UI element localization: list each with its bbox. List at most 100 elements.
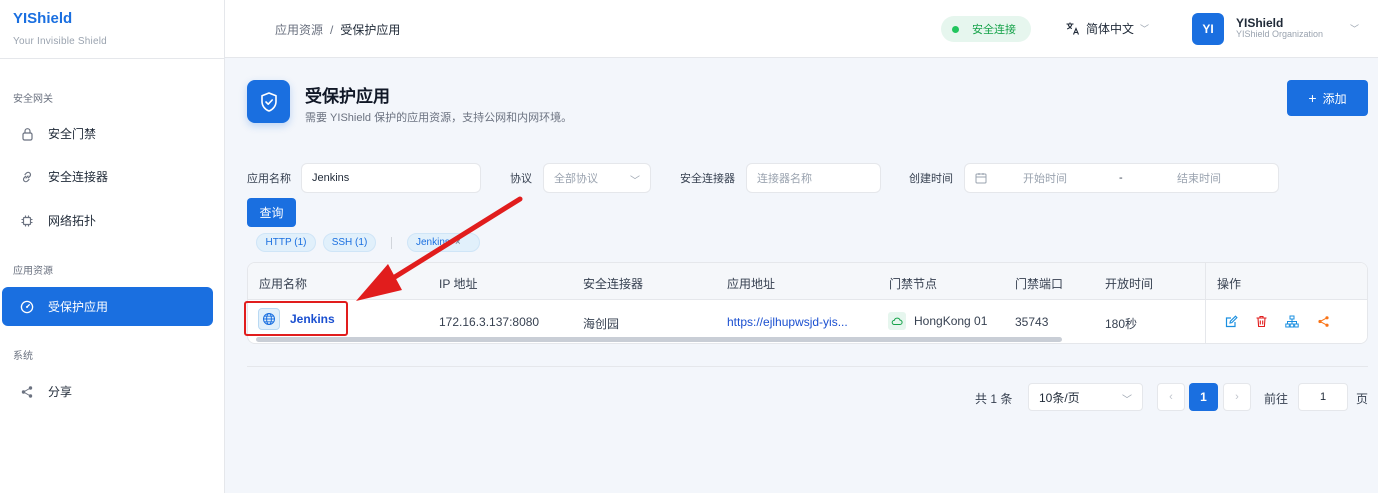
calendar-icon bbox=[975, 172, 987, 184]
column-header-actions: 操作 bbox=[1217, 277, 1242, 291]
app-url-link[interactable]: https://ejlhupwsjd-yis... bbox=[727, 315, 848, 329]
sidebar-item-label: 安全门禁 bbox=[48, 127, 97, 141]
filter-label-app-name: 应用名称 bbox=[247, 173, 291, 185]
sidebar-item-topology[interactable]: 网络拓扑 bbox=[2, 201, 213, 240]
translate-icon bbox=[1065, 21, 1080, 36]
page-suffix: 页 bbox=[1356, 392, 1369, 406]
sidebar-item-label: 安全连接器 bbox=[48, 170, 109, 184]
connector-cell: 海创园 bbox=[583, 317, 620, 331]
share-icon[interactable] bbox=[1316, 314, 1330, 328]
goto-page-input[interactable]: 1 bbox=[1298, 383, 1348, 411]
sidebar: YIShield Your Invisible Shield 安全网关 安全门禁… bbox=[0, 0, 225, 493]
edit-icon[interactable] bbox=[1224, 314, 1238, 328]
connection-status-label: 安全连接 bbox=[972, 24, 1016, 36]
highlight-box bbox=[244, 301, 348, 336]
share-icon bbox=[20, 385, 34, 399]
language-selector[interactable]: 简体中文 ﹀ bbox=[1065, 20, 1149, 37]
topology-icon[interactable] bbox=[1285, 314, 1299, 328]
sidebar-item-label: 网络拓扑 bbox=[48, 214, 97, 228]
protocol-select[interactable]: 全部协议 ﹀ bbox=[543, 163, 651, 193]
date-range-picker[interactable]: 开始时间 - 结束时间 bbox=[964, 163, 1279, 193]
chevron-down-icon: ﹀ bbox=[1122, 395, 1132, 406]
start-date-placeholder[interactable]: 开始时间 bbox=[1023, 170, 1067, 186]
sidebar-item-label: 受保护应用 bbox=[48, 300, 109, 314]
current-page-button[interactable]: 1 bbox=[1189, 383, 1218, 411]
pagination-total: 共 1 条 bbox=[975, 392, 1013, 406]
column-header-port: 门禁端口 bbox=[1015, 277, 1064, 291]
status-dot-icon bbox=[952, 25, 959, 33]
filter-label-connector: 安全连接器 bbox=[680, 173, 735, 185]
delete-icon[interactable] bbox=[1254, 314, 1268, 328]
breadcrumb: 应用资源 / 受保护应用 bbox=[275, 23, 401, 37]
chip-icon bbox=[20, 214, 34, 228]
page-description: 需要 YIShield 保护的应用资源，支持公网和内网环境。 bbox=[305, 112, 573, 124]
connector-input[interactable]: 连接器名称 bbox=[746, 163, 881, 193]
page-size-select[interactable]: 10条/页 ﹀ bbox=[1028, 383, 1143, 411]
protocol-tag-http[interactable]: HTTP (1) bbox=[256, 233, 316, 252]
chevron-left-icon: ‹ bbox=[1169, 391, 1173, 403]
brand-name[interactable]: YIShield bbox=[13, 10, 107, 27]
plus-icon: + bbox=[1308, 90, 1317, 106]
prev-page-button[interactable]: ‹ bbox=[1157, 383, 1185, 411]
table-header: 应用名称 IP 地址 安全连接器 应用地址 门禁节点 门禁端口 开放时间 bbox=[248, 263, 1367, 300]
app-name-value: Jenkins bbox=[312, 172, 350, 184]
add-button-label: 添加 bbox=[1322, 91, 1347, 106]
divider bbox=[247, 366, 1368, 367]
tag-divider bbox=[391, 237, 392, 249]
link-icon bbox=[20, 170, 34, 184]
end-date-placeholder[interactable]: 结束时间 bbox=[1177, 170, 1221, 186]
column-header-url: 应用地址 bbox=[727, 277, 776, 291]
app-name-input[interactable]: Jenkins bbox=[301, 163, 481, 193]
column-header-ip: IP 地址 bbox=[439, 277, 478, 291]
open-time-cell: 180秒 bbox=[1105, 317, 1138, 331]
page-title: 受保护应用 bbox=[305, 87, 390, 106]
chevron-down-icon: ﹀ bbox=[630, 176, 640, 187]
sidebar-item-protected-apps[interactable]: 受保护应用 bbox=[2, 287, 213, 326]
port-cell: 35743 bbox=[1015, 315, 1049, 329]
goto-label: 前往 bbox=[1264, 392, 1289, 406]
section-title-gateway: 安全网关 bbox=[13, 94, 53, 105]
sidebar-item-access-gate[interactable]: 安全门禁 bbox=[2, 114, 213, 153]
next-page-button[interactable]: › bbox=[1223, 383, 1251, 411]
protocol-placeholder: 全部协议 bbox=[554, 173, 598, 185]
chevron-down-icon: ﹀ bbox=[1140, 24, 1150, 34]
column-header-name: 应用名称 bbox=[259, 277, 308, 291]
page-size-value: 10条/页 bbox=[1039, 390, 1080, 405]
sidebar-item-label: 分享 bbox=[48, 385, 73, 399]
brand-tagline: Your Invisible Shield bbox=[13, 36, 107, 47]
gauge-icon bbox=[20, 300, 34, 314]
section-title-resources: 应用资源 bbox=[13, 266, 53, 277]
section-title-system: 系统 bbox=[13, 351, 33, 362]
add-button[interactable]: + 添加 bbox=[1287, 80, 1368, 116]
table-horizontal-scrollbar[interactable] bbox=[256, 337, 1062, 342]
column-header-connector: 安全连接器 bbox=[583, 277, 644, 291]
user-organization: YIShield Organization bbox=[1236, 29, 1324, 39]
node-label: HongKong 01 bbox=[914, 314, 988, 328]
chevron-down-icon[interactable]: ﹀ bbox=[1350, 22, 1359, 35]
user-name[interactable]: YIShield bbox=[1236, 16, 1283, 30]
column-header-node: 门禁节点 bbox=[889, 277, 938, 291]
breadcrumb-current: 受保护应用 bbox=[340, 23, 401, 37]
protocol-tag-ssh[interactable]: SSH (1) bbox=[323, 233, 376, 252]
sidebar-item-connector[interactable]: 安全连接器 bbox=[2, 157, 213, 196]
operations-column: 操作 bbox=[1205, 263, 1367, 343]
active-filter-tag[interactable]: Jenkins × bbox=[407, 233, 480, 252]
sidebar-item-share[interactable]: 分享 bbox=[2, 372, 213, 411]
close-icon[interactable]: × bbox=[455, 237, 461, 248]
filter-label-created: 创建时间 bbox=[909, 173, 953, 185]
lock-icon bbox=[20, 127, 34, 141]
query-button[interactable]: 查询 bbox=[247, 198, 296, 227]
avatar[interactable]: YI bbox=[1192, 13, 1224, 45]
node-cell: HongKong 01 bbox=[888, 312, 987, 330]
filter-label-protocol: 协议 bbox=[510, 173, 532, 185]
apps-table: 应用名称 IP 地址 安全连接器 应用地址 门禁节点 门禁端口 开放时间 Jen… bbox=[247, 262, 1368, 344]
cloud-icon bbox=[888, 312, 906, 330]
brand: YIShield Your Invisible Shield bbox=[13, 10, 107, 47]
brand-divider bbox=[0, 58, 225, 59]
breadcrumb-parent[interactable]: 应用资源 bbox=[275, 23, 323, 37]
language-label: 简体中文 bbox=[1086, 22, 1135, 36]
shield-icon bbox=[247, 80, 290, 123]
column-header-open-time: 开放时间 bbox=[1105, 277, 1154, 291]
connection-status-badge: 安全连接 bbox=[941, 16, 1031, 42]
connector-placeholder: 连接器名称 bbox=[757, 173, 812, 185]
